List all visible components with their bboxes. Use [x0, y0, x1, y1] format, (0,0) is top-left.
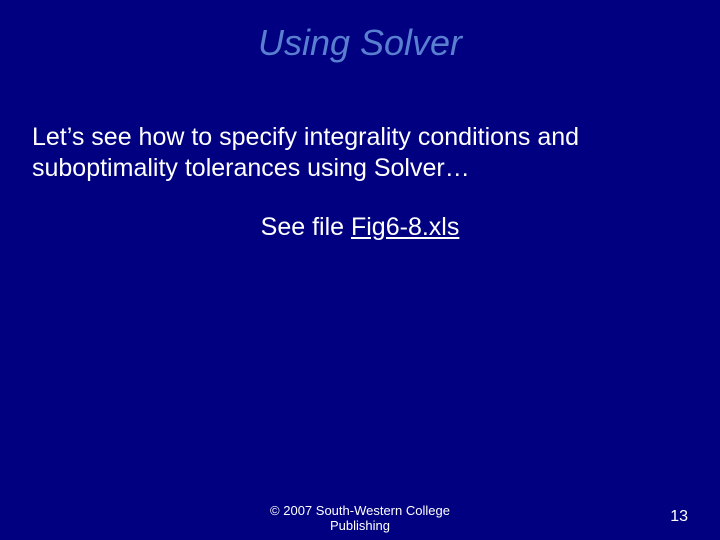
- page-number: 13: [670, 508, 688, 526]
- slide-body: Let’s see how to specify integrality con…: [0, 64, 720, 242]
- file-link[interactable]: Fig6-8.xls: [351, 213, 459, 241]
- footer-line-2: Publishing: [0, 518, 720, 534]
- see-file-line: See file Fig6-8.xls: [32, 213, 688, 242]
- body-paragraph: Let’s see how to specify integrality con…: [32, 122, 688, 185]
- footer-line-1: © 2007 South-Western College: [0, 503, 720, 519]
- footer-copyright: © 2007 South-Western College Publishing: [0, 503, 720, 534]
- slide: Using Solver Let’s see how to specify in…: [0, 0, 720, 540]
- slide-title: Using Solver: [0, 0, 720, 64]
- see-file-prefix: See file: [261, 213, 351, 241]
